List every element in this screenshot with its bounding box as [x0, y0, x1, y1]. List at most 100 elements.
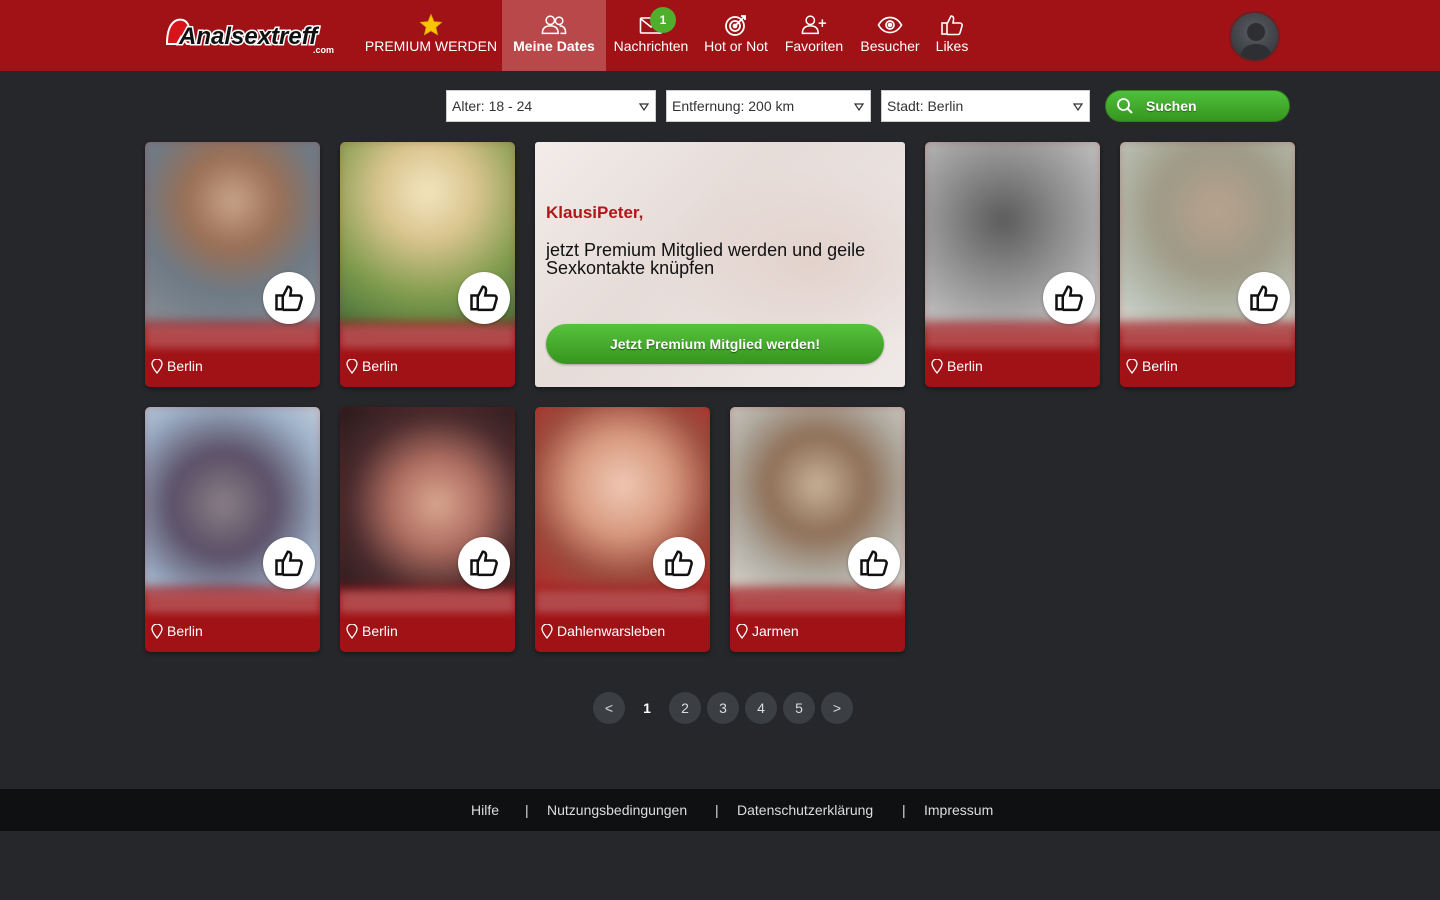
nav-besucher[interactable]: Besucher	[854, 0, 926, 71]
add-user-icon	[801, 13, 827, 37]
thumbs-up-icon	[470, 550, 498, 577]
pagination-page-4[interactable]: 4	[745, 692, 777, 724]
nav-meine-dates[interactable]: Meine Dates	[502, 0, 606, 71]
nav-label: Hot or Not	[704, 38, 768, 54]
thumbs-up-icon	[1055, 285, 1083, 312]
like-button[interactable]	[263, 537, 315, 589]
blurred-username	[925, 326, 1100, 348]
thumbs-up-icon	[665, 550, 693, 577]
promo-username: KlausiPeter,	[546, 203, 644, 222]
footer-separator: |	[715, 802, 719, 818]
blurred-username	[145, 326, 320, 348]
pagination-prev-button[interactable]: <	[593, 692, 625, 724]
profile-city: Jarmen	[736, 623, 799, 639]
search-button-label: Suchen	[1146, 98, 1197, 114]
star-icon	[418, 13, 444, 37]
nav-label: Nachrichten	[613, 38, 689, 54]
footer-link-impressum[interactable]: Impressum	[924, 802, 993, 818]
profile-city: Berlin	[1126, 358, 1178, 374]
like-button[interactable]	[458, 537, 510, 589]
eye-icon	[877, 13, 903, 37]
thumbs-up-icon	[860, 550, 888, 577]
profile-card[interactable]: Berlin	[925, 142, 1100, 387]
nav-favoriten[interactable]: Favoriten	[778, 0, 850, 71]
thumbs-up-icon	[1250, 285, 1278, 312]
nav-hot-or-not[interactable]: Hot or Not	[698, 0, 774, 71]
site-logo[interactable]: Analsextreff .com	[165, 14, 345, 56]
footer-link-hilfe[interactable]: Hilfe	[471, 802, 499, 818]
location-pin-icon	[1126, 358, 1138, 374]
footer-separator: |	[525, 802, 529, 818]
profile-city: Berlin	[346, 623, 398, 639]
like-button[interactable]	[263, 272, 315, 324]
profile-city: Dahlenwarsleben	[541, 623, 665, 639]
pagination-page-3[interactable]: 3	[707, 692, 739, 724]
caret-down-icon	[854, 103, 864, 111]
nav-label: PREMIUM WERDEN	[364, 38, 498, 54]
profile-card[interactable]: Berlin	[340, 407, 515, 652]
location-pin-icon	[346, 358, 358, 374]
nav-likes[interactable]: Likes	[930, 0, 974, 71]
location-pin-icon	[151, 623, 163, 639]
location-pin-icon	[346, 623, 358, 639]
svg-text:.com: .com	[313, 45, 334, 55]
pagination-page-1[interactable]: 1	[631, 692, 663, 724]
like-button[interactable]	[653, 537, 705, 589]
profile-card[interactable]: Dahlenwarsleben	[535, 407, 710, 652]
blurred-username	[1120, 326, 1295, 348]
user-avatar[interactable]	[1229, 11, 1280, 62]
city-label: Berlin	[362, 623, 398, 639]
city-label: Berlin	[167, 358, 203, 374]
profile-card[interactable]: Berlin	[145, 142, 320, 387]
profile-card[interactable]: Berlin	[340, 142, 515, 387]
footer-link-nutzungsbedingungen[interactable]: Nutzungsbedingungen	[547, 802, 687, 818]
city-label: Berlin	[947, 358, 983, 374]
nav-premium-werden[interactable]: PREMIUM WERDEN	[362, 0, 500, 71]
age-filter-select[interactable]: Alter: 18 - 24	[446, 90, 656, 122]
become-premium-button[interactable]: Jetzt Premium Mitglied werden!	[546, 324, 884, 364]
pagination-page-5[interactable]: 5	[783, 692, 815, 724]
distance-filter-select[interactable]: Entfernung: 200 km	[666, 90, 871, 122]
like-button[interactable]	[1238, 272, 1290, 324]
nav-nachrichten[interactable]: 1 Nachrichten	[608, 0, 694, 71]
nav-label: Favoriten	[784, 38, 844, 54]
like-button[interactable]	[1043, 272, 1095, 324]
city-filter-select[interactable]: Stadt: Berlin	[881, 90, 1090, 122]
profile-city: Berlin	[151, 358, 203, 374]
pagination-page-2[interactable]: 2	[669, 692, 701, 724]
profile-card[interactable]: Berlin	[145, 407, 320, 652]
thumbs-up-icon	[275, 550, 303, 577]
profile-city: Berlin	[346, 358, 398, 374]
location-pin-icon	[541, 623, 553, 639]
like-button[interactable]	[848, 537, 900, 589]
city-filter-value: Stadt: Berlin	[887, 98, 964, 114]
svg-text:Analsextreff: Analsextreff	[178, 23, 319, 50]
profile-card[interactable]: Berlin	[1120, 142, 1295, 387]
top-navigation-bar: Analsextreff .com PREMIUM WERDEN Meine D…	[0, 0, 1440, 71]
thumbs-up-icon	[275, 285, 303, 312]
blurred-username	[535, 591, 710, 613]
profile-city: Berlin	[931, 358, 983, 374]
like-button[interactable]	[458, 272, 510, 324]
thumbs-up-icon	[939, 13, 965, 37]
city-label: Berlin	[362, 358, 398, 374]
nav-label: Likes	[935, 38, 969, 54]
distance-filter-value: Entfernung: 200 km	[672, 98, 795, 114]
caret-down-icon	[1073, 103, 1083, 111]
footer-link-datenschutz[interactable]: Datenschutzerklärung	[737, 802, 873, 818]
nav-label: Meine Dates	[513, 38, 595, 54]
location-pin-icon	[931, 358, 943, 374]
profile-card[interactable]: Jarmen	[730, 407, 905, 652]
search-icon	[1117, 98, 1133, 114]
search-button[interactable]: Suchen	[1105, 90, 1290, 122]
profile-city: Berlin	[151, 623, 203, 639]
thumbs-up-icon	[470, 285, 498, 312]
pagination-next-button[interactable]: >	[821, 692, 853, 724]
blurred-username	[730, 591, 905, 613]
blurred-username	[340, 591, 515, 613]
footer-separator: |	[902, 802, 906, 818]
target-icon	[723, 13, 749, 37]
caret-down-icon	[639, 103, 649, 111]
promo-text: jetzt Premium Mitglied werden und geile …	[546, 240, 866, 278]
premium-promo-card[interactable]: KlausiPeter, jetzt Premium Mitglied werd…	[535, 142, 905, 387]
